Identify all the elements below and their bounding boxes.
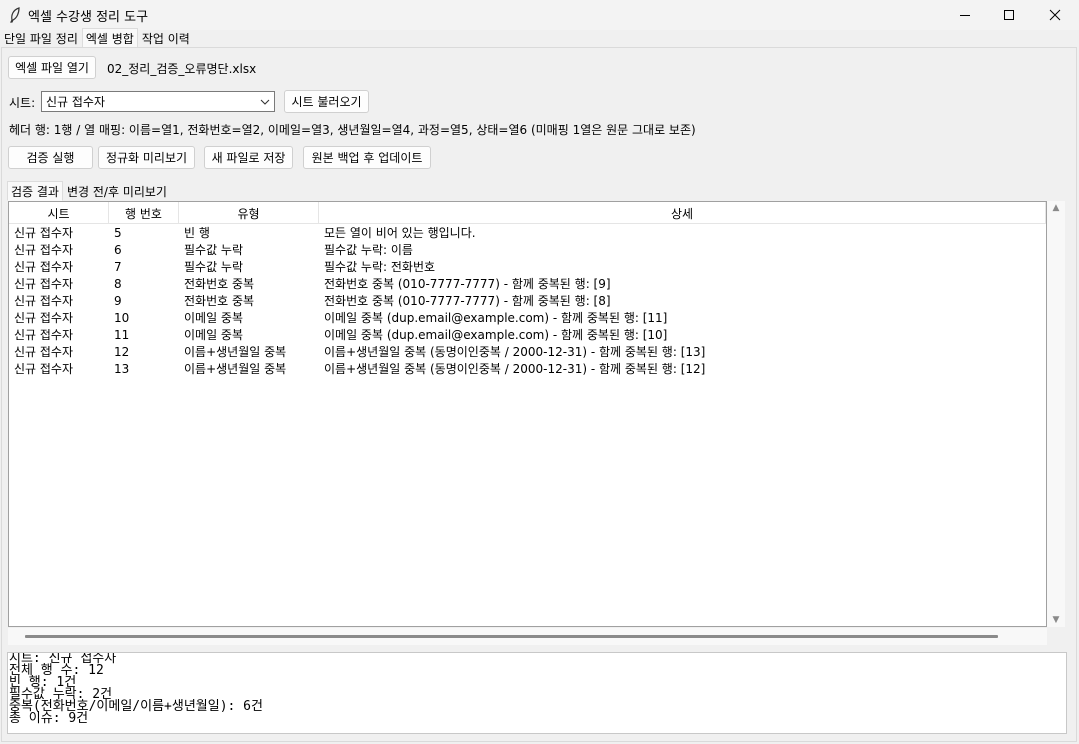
horizontal-scrollbar[interactable] [8, 628, 1047, 645]
feather-icon [4, 7, 26, 23]
cell-type: 이메일 중복 [184, 311, 244, 325]
backup-update-button[interactable]: 원본 백업 후 업데이트 [303, 146, 431, 169]
summary-line: 총 이슈: 9건 [9, 711, 89, 726]
title-bar: 엑셀 수강생 정리 도구 [0, 0, 1079, 30]
table-row[interactable]: 신규 접수자 13 이름+생년월일 중복 이름+생년월일 중복 (동명이인중복 / 2… [9, 360, 1046, 377]
scroll-up-icon[interactable]: ▲ [1047, 203, 1065, 213]
minimize-button[interactable] [942, 0, 988, 30]
results-table[interactable]: 시트 행 번호 유형 상세 신규 접수자 5 빈 행 모든 열이 비어 있는 행입니다… [8, 201, 1047, 627]
cell-sheet: 신규 접수자 [14, 311, 74, 325]
scroll-down-icon[interactable]: ▼ [1047, 615, 1065, 625]
cell-detail: 모든 열이 비어 있는 행입니다. [324, 226, 476, 240]
tab-excel-merge[interactable]: 엑셀 병합 [81, 28, 138, 48]
cell-type: 전화번호 중복 [184, 277, 255, 291]
cell-sheet: 신규 접수자 [14, 345, 74, 359]
table-row[interactable]: 신규 접수자 11 이메일 중복 이메일 중복 (dup.email@example.… [9, 326, 1046, 343]
maximize-icon [1004, 10, 1014, 20]
cell-detail: 전화번호 중복 (010-7777-7777) - 함께 중복된 행: [9] [324, 277, 611, 291]
result-tab-bar: 검증 결과 변경 전/후 미리보기 [7, 181, 171, 201]
table-row[interactable]: 신규 접수자 9 전화번호 중복 전화번호 중복 (010-7777-7777) - … [9, 292, 1046, 309]
column-header-sheet[interactable]: 시트 [9, 202, 109, 224]
validate-button[interactable]: 검증 실행 [8, 146, 93, 169]
tab-before-after-preview[interactable]: 변경 전/후 미리보기 [63, 181, 171, 201]
cell-sheet: 신규 접수자 [14, 294, 74, 308]
save-new-file-button[interactable]: 새 파일로 저장 [204, 146, 293, 169]
table-header: 시트 행 번호 유형 상세 [9, 202, 1046, 224]
table-body: 신규 접수자 5 빈 행 모든 열이 비어 있는 행입니다. 신규 접수자 6 필수값 누락… [9, 224, 1046, 377]
cell-row-number: 8 [114, 276, 122, 291]
cell-detail: 필수값 누락: 전화번호 [324, 260, 436, 274]
chevron-down-icon [256, 99, 274, 105]
cell-row-number: 6 [114, 242, 122, 257]
column-header-row-number[interactable]: 행 번호 [109, 202, 179, 224]
tab-single-file[interactable]: 단일 파일 정리 [0, 28, 82, 48]
cell-row-number: 10 [114, 310, 130, 325]
summary-line: 빈 행: 1건 [9, 675, 77, 690]
cell-row-number: 12 [114, 344, 130, 359]
sheet-select[interactable]: 신규 접수자 [41, 91, 275, 112]
table-row[interactable]: 신규 접수자 5 빈 행 모든 열이 비어 있는 행입니다. [9, 224, 1046, 241]
table-row[interactable]: 신규 접수자 6 필수값 누락 필수값 누락: 이름 [9, 241, 1046, 258]
cell-detail: 이메일 중복 (dup.email@example.com) - 함께 중복된 … [324, 311, 668, 325]
table-row[interactable]: 신규 접수자 8 전화번호 중복 전화번호 중복 (010-7777-7777) - … [9, 275, 1046, 292]
minimize-icon [960, 15, 970, 16]
window-title: 엑셀 수강생 정리 도구 [28, 9, 149, 25]
cell-sheet: 신규 접수자 [14, 328, 74, 342]
sheet-label: 시트: [9, 96, 36, 110]
cell-detail: 이름+생년월일 중복 (동명이인중복 / 2000-12-31) - 함께 중복… [324, 362, 706, 376]
close-button[interactable] [1032, 0, 1078, 30]
tab-history[interactable]: 작업 이력 [138, 28, 194, 48]
table-row[interactable]: 신규 접수자 7 필수값 누락 필수값 누락: 전화번호 [9, 258, 1046, 275]
header-mapping-text: 헤더 행: 1행 / 열 매핑: 이름=열1, 전화번호=열2, 이메일=열3,… [9, 123, 696, 137]
cell-row-number: 13 [114, 361, 130, 376]
close-icon [1049, 9, 1061, 21]
table-row[interactable]: 신규 접수자 10 이메일 중복 이메일 중복 (dup.email@example.… [9, 309, 1046, 326]
tab-validation-results[interactable]: 검증 결과 [7, 181, 63, 201]
summary-line: 전체 행 수: 12 [9, 663, 104, 678]
cell-detail: 필수값 누락: 이름 [324, 243, 413, 257]
cell-detail: 전화번호 중복 (010-7777-7777) - 함께 중복된 행: [8] [324, 294, 611, 308]
cell-sheet: 신규 접수자 [14, 226, 74, 240]
cell-type: 이름+생년월일 중복 [184, 362, 287, 376]
summary-line: 중복(전화번호/이메일/이름+생년월일): 6건 [9, 699, 263, 714]
cell-type: 이메일 중복 [184, 328, 244, 342]
cell-detail: 이름+생년월일 중복 (동명이인중복 / 2000-12-31) - 함께 중복… [324, 345, 706, 359]
cell-sheet: 신규 접수자 [14, 243, 74, 257]
maximize-button[interactable] [986, 0, 1032, 30]
cell-sheet: 신규 접수자 [14, 277, 74, 291]
cell-row-number: 5 [114, 225, 122, 240]
cell-row-number: 9 [114, 293, 122, 308]
cell-detail: 이메일 중복 (dup.email@example.com) - 함께 중복된 … [324, 328, 668, 342]
cell-type: 전화번호 중복 [184, 294, 255, 308]
horizontal-scrollbar-thumb[interactable] [25, 635, 998, 638]
cell-type: 필수값 누락 [184, 243, 244, 257]
table-row[interactable]: 신규 접수자 12 이름+생년월일 중복 이름+생년월일 중복 (동명이인중복 / 2… [9, 343, 1046, 360]
summary-text[interactable]: 시트: 신규 접수자 전체 행 수: 12 빈 행: 1건 필수값 누락: 2건 중복(… [7, 652, 1067, 734]
cell-type: 필수값 누락 [184, 260, 244, 274]
cell-type: 빈 행 [184, 226, 210, 240]
filename-label: 02_정리_검증_오류명단.xlsx [107, 62, 257, 76]
cell-sheet: 신규 접수자 [14, 362, 74, 376]
open-excel-button[interactable]: 엑셀 파일 열기 [8, 56, 96, 79]
cell-sheet: 신규 접수자 [14, 260, 74, 274]
main-tab-bar: 단일 파일 정리 엑셀 병합 작업 이력 [0, 28, 194, 48]
vertical-scrollbar[interactable]: ▲ ▼ [1047, 201, 1065, 627]
summary-line: 시트: 신규 접수자 [9, 652, 117, 666]
load-sheet-button[interactable]: 시트 불러오기 [284, 90, 369, 113]
normalize-preview-button[interactable]: 정규화 미리보기 [98, 146, 195, 169]
column-header-detail[interactable]: 상세 [319, 202, 1046, 224]
cell-row-number: 7 [114, 259, 122, 274]
cell-type: 이름+생년월일 중복 [184, 345, 287, 359]
cell-row-number: 11 [114, 327, 130, 342]
column-header-type[interactable]: 유형 [179, 202, 319, 224]
sheet-select-value: 신규 접수자 [46, 95, 106, 109]
